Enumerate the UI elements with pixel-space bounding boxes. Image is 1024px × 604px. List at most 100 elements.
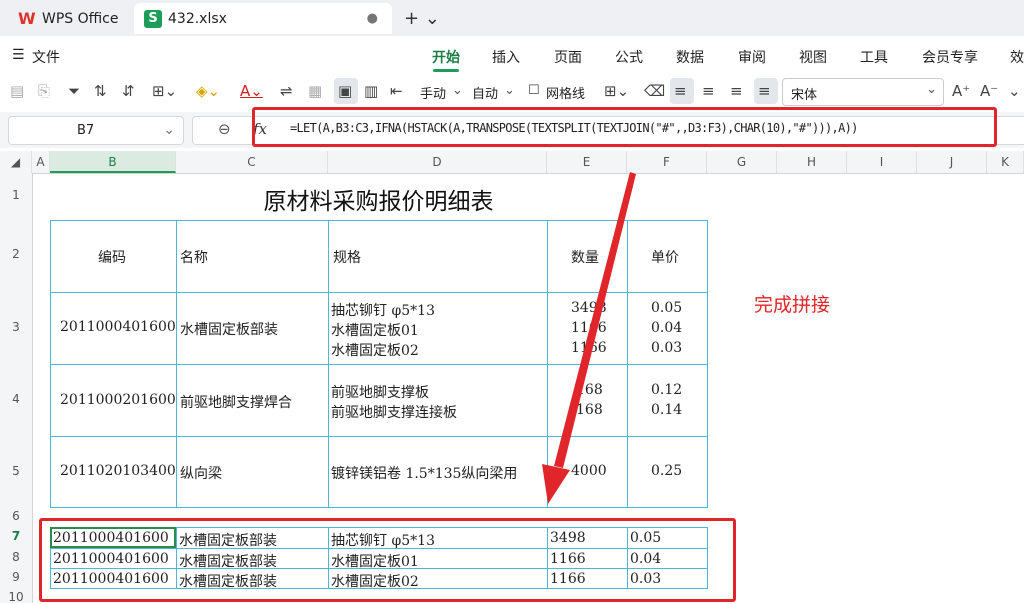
row-header[interactable]: 2	[0, 247, 32, 261]
number-format-icon[interactable]: ▤	[10, 82, 24, 100]
wrap-mode-dropdown[interactable]: 手动	[420, 83, 446, 102]
grid-line	[328, 220, 329, 508]
merge-icon[interactable]: ▦	[308, 82, 322, 100]
auto-fit-icon[interactable]: ▣	[338, 82, 352, 100]
table-cell[interactable]: 前驱地脚支撑板	[331, 382, 429, 402]
hamburger-icon[interactable]: ☰	[12, 47, 25, 63]
chevron-down-icon[interactable]: ⌄	[452, 83, 463, 98]
menu-member[interactable]: 会员专享	[922, 47, 978, 67]
row-header[interactable]: 9	[0, 570, 32, 584]
table-cell[interactable]: 0.03	[651, 340, 682, 356]
menu-bar: ☰ 文件 开始 插入 页面 公式 数据 审阅 视图 工具 会员专享 效	[0, 36, 1024, 74]
table-cell[interactable]: 纵向梁	[180, 463, 222, 483]
table-cell[interactable]: 水槽固定板02	[331, 340, 419, 360]
table-header-code[interactable]: 编码	[98, 247, 126, 267]
table-cell[interactable]: 0.14	[651, 402, 682, 418]
menu-review[interactable]: 审阅	[738, 47, 766, 67]
tab-wps-office[interactable]: W WPS Office	[8, 3, 126, 34]
menu-page[interactable]: 页面	[554, 47, 582, 67]
clear-format-icon[interactable]: ⌫	[644, 82, 665, 100]
chevron-down-icon[interactable]: ⌄	[1008, 82, 1021, 100]
table-cell[interactable]: 前驱地脚支撑焊合	[180, 392, 292, 412]
column-header[interactable]: K	[987, 151, 1024, 173]
format-painter-icon[interactable]: ⎘	[38, 82, 50, 100]
indent-icon[interactable]: ⇤	[390, 82, 403, 100]
table-cell[interactable]: 0.12	[651, 382, 682, 398]
grid-line	[707, 220, 708, 508]
tab-file[interactable]: S 432.xlsx ●	[134, 3, 392, 34]
increase-font-icon[interactable]: A⁺	[952, 82, 970, 100]
menu-formula[interactable]: 公式	[615, 47, 643, 67]
row-header[interactable]: 10	[0, 590, 32, 604]
menu-view[interactable]: 视图	[799, 47, 827, 67]
sort-descending-icon[interactable]: ⇵	[122, 82, 135, 100]
row-headers: 1 2 3 4 5 6 7 8 9 10	[0, 173, 33, 604]
font-family-select[interactable]: 宋体 ⌄	[782, 78, 944, 106]
menu-insert[interactable]: 插入	[492, 47, 520, 67]
new-tab-button[interactable]: + ⌄	[404, 8, 440, 29]
table-cell[interactable]: 水槽固定板01	[331, 320, 419, 340]
align-right-icon[interactable]: ≡	[730, 82, 743, 100]
table-cell[interactable]: 水槽固定板部装	[180, 319, 278, 339]
table-cell[interactable]: 镀锌镁铝卷 1.5*135纵向梁用	[331, 463, 517, 483]
column-header[interactable]: B	[50, 151, 176, 173]
menu-tools[interactable]: 工具	[860, 47, 888, 67]
table-header-price[interactable]: 单价	[651, 247, 679, 267]
menu-data[interactable]: 数据	[676, 47, 704, 67]
row-header[interactable]: 3	[0, 320, 32, 334]
row-header[interactable]: 5	[0, 464, 32, 478]
table-cell[interactable]: 2011000201600	[60, 392, 176, 408]
table-cell[interactable]: 前驱地脚支撑连接板	[331, 402, 457, 422]
active-menu-indicator	[433, 69, 459, 72]
table-cell[interactable]: 0.05	[651, 300, 682, 316]
name-box[interactable]: B7 ⌄	[8, 116, 184, 145]
select-all-corner[interactable]: ◢	[0, 151, 32, 173]
row-header[interactable]: 6	[0, 509, 32, 523]
auto-dropdown[interactable]: 自动	[472, 83, 498, 102]
table-cell[interactable]: 2011020103400	[60, 463, 176, 479]
gridlines-checkbox[interactable]: ☐	[528, 83, 540, 98]
column-header[interactable]: J	[917, 151, 987, 173]
justify-icon[interactable]: ≡	[758, 82, 771, 100]
menu-file[interactable]: 文件	[32, 47, 60, 67]
menu-home[interactable]: 开始	[432, 47, 460, 67]
table-cell[interactable]: 2011000401600	[60, 319, 176, 335]
filter-icon[interactable]: ⏷	[68, 82, 80, 100]
tab-label: WPS Office	[42, 10, 119, 27]
column-header[interactable]: H	[777, 151, 847, 173]
cell-style-icon[interactable]: ⊞⌄	[604, 82, 629, 100]
table-cell[interactable]: 0.25	[651, 463, 682, 479]
chevron-down-icon: ⌄	[163, 122, 175, 138]
table-cell[interactable]: 抽芯铆钉 φ5*13	[331, 300, 435, 320]
borders-icon[interactable]: ⊞⌄	[152, 82, 177, 100]
wrap-text-icon[interactable]: ⇌	[280, 82, 293, 100]
chevron-down-icon[interactable]: ⌄	[504, 83, 515, 98]
grid-line	[176, 220, 177, 508]
column-header[interactable]: G	[707, 151, 777, 173]
column-header[interactable]: A	[32, 151, 50, 173]
table-icon[interactable]: ▥	[364, 82, 378, 100]
arrow-shaft	[554, 172, 636, 468]
decrease-font-icon[interactable]: A⁻	[980, 82, 998, 100]
row-header[interactable]: 4	[0, 392, 32, 406]
align-center-icon[interactable]: ≡	[702, 82, 715, 100]
font-color-icon[interactable]: A⌄	[240, 82, 263, 100]
spreadsheet-icon: S	[144, 9, 162, 28]
annotation-arrow	[542, 172, 636, 504]
row-header[interactable]: 8	[0, 550, 32, 564]
menu-effects[interactable]: 效	[1010, 47, 1024, 67]
table-header-spec[interactable]: 规格	[333, 247, 361, 267]
table-header-name[interactable]: 名称	[180, 247, 208, 267]
fill-color-icon[interactable]: ◈⌄	[196, 82, 220, 100]
sort-ascending-icon[interactable]: ⇅	[94, 82, 107, 100]
tab-label: 432.xlsx	[168, 10, 227, 27]
row-header[interactable]: 7	[0, 529, 32, 543]
column-header[interactable]: I	[847, 151, 917, 173]
zoom-icon[interactable]: ⊖	[218, 120, 231, 138]
column-header[interactable]: C	[176, 151, 328, 173]
table-cell[interactable]: 0.04	[651, 320, 682, 336]
unsaved-dot-icon[interactable]: ●	[367, 11, 378, 26]
column-header[interactable]: D	[328, 151, 547, 173]
row-header[interactable]: 1	[0, 188, 32, 202]
align-left-icon[interactable]: ≡	[674, 82, 687, 100]
